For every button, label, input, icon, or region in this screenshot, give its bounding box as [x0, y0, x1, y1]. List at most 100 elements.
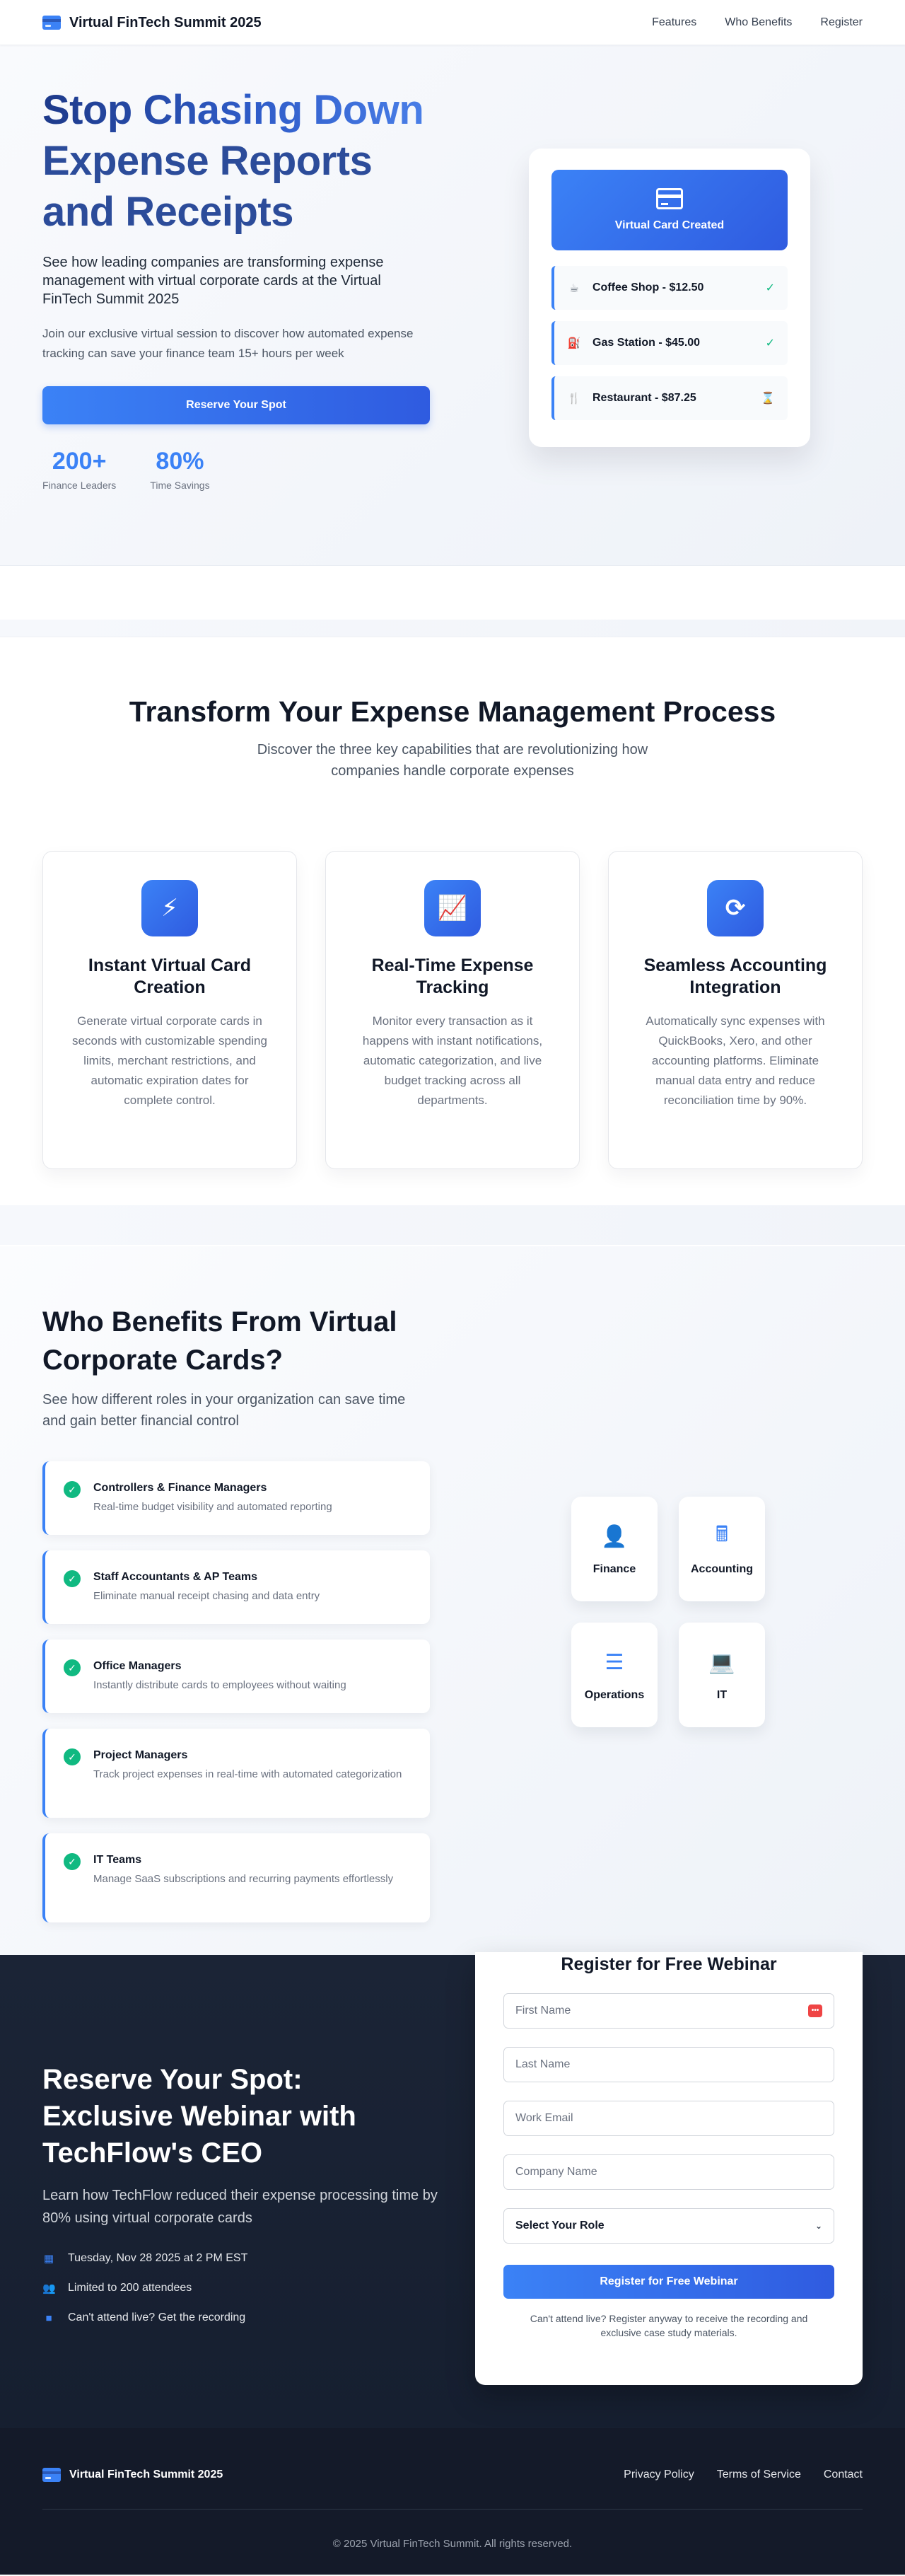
feature-cards: ⚡ Instant Virtual Card Creation Generate… — [42, 851, 863, 1169]
company-name-field[interactable]: Company Name — [503, 2154, 834, 2190]
benefits-section: Who Benefits From Virtual Corporate Card… — [0, 1245, 905, 1955]
benefits-title: Who Benefits From Virtual Corporate Card… — [42, 1306, 397, 1376]
credit-card-icon — [656, 188, 683, 209]
copyright: © 2025 Virtual FinTech Summit. All right… — [332, 2538, 573, 2550]
register-section: Reserve Your Spot: Exclusive Webinar wit… — [0, 1952, 905, 2428]
check-circle-icon: ✓ — [64, 1748, 81, 1765]
check-icon: ✓ — [765, 337, 775, 349]
form-title: Register for Free Webinar — [561, 1954, 777, 1974]
brand-name: Virtual FinTech Summit 2025 — [69, 14, 262, 30]
webinar-details: ▦ Tuesday, Nov 28 2025 at 2 PM EST 👥 Lim… — [42, 2244, 438, 2333]
feature-description: Automatically sync expenses with QuickBo… — [646, 1014, 825, 1107]
benefit-description: Instantly distribute cards to employees … — [93, 1679, 346, 1691]
benefit-title: Staff Accountants & AP Teams — [93, 1571, 258, 1583]
hero-stats: 200+ Finance Leaders 80% Time Savings — [42, 447, 430, 491]
hero-section: Stop Chasing Down Expense Reports and Re… — [0, 45, 905, 566]
hero-title: Stop Chasing Down Expense Reports and Re… — [42, 85, 430, 238]
register-title: Reserve Your Spot: Exclusive Webinar wit… — [42, 2064, 356, 2169]
role-label: IT — [716, 1689, 728, 1701]
benefit-item: ✓ Project Managers Track project expense… — [42, 1729, 430, 1818]
benefits-subtitle: See how different roles in your organiza… — [42, 1392, 406, 1429]
stat-finance-leaders: 200+ Finance Leaders — [42, 447, 116, 491]
register-submit-button[interactable]: Register for Free Webinar — [503, 2265, 834, 2299]
role-select[interactable]: Select Your Role ⌄ — [503, 2208, 834, 2244]
tasks-icon: ☰ — [605, 1650, 624, 1674]
credit-card-icon — [42, 2468, 61, 2482]
transaction-row: 🍴 Restaurant - $87.25 ⌛ — [551, 376, 788, 420]
features-subtitle: Discover the three key capabilities that… — [257, 742, 648, 779]
hero-title-line-1: Stop Chasing Down — [42, 85, 430, 136]
check-circle-icon: ✓ — [64, 1853, 81, 1870]
first-name-field[interactable]: First Name ••• — [503, 1993, 834, 2029]
detail-text: Can't attend live? Get the recording — [68, 2311, 246, 2323]
check-icon: ✓ — [765, 282, 775, 294]
work-email-field[interactable]: Work Email — [503, 2101, 834, 2136]
check-circle-icon: ✓ — [64, 1659, 81, 1676]
feature-title: Instant Virtual Card Creation — [88, 956, 252, 997]
chart-line-icon: 📈 — [424, 880, 481, 936]
benefits-list: ✓ Controllers & Finance Managers Real-ti… — [42, 1461, 430, 1922]
feature-description: Generate virtual corporate cards in seco… — [72, 1014, 267, 1107]
virtual-card-preview: Virtual Card Created ☕ Coffee Shop - $12… — [529, 149, 810, 447]
laptop-code-icon: 💻 — [708, 1650, 735, 1674]
feature-card-expense-tracking: 📈 Real-Time Expense Tracking Monitor eve… — [325, 851, 580, 1169]
first-name-placeholder: First Name — [515, 2004, 571, 2017]
stat-value: 200+ — [52, 448, 107, 475]
footer-brand[interactable]: Virtual FinTech Summit 2025 — [42, 2468, 223, 2482]
benefit-title: Project Managers — [93, 1749, 188, 1761]
features-section: Transform Your Expense Management Proces… — [0, 637, 905, 1205]
section-divider — [0, 620, 905, 637]
role-label: Operations — [584, 1689, 645, 1701]
hero-title-line-2: Expense Reports — [42, 138, 373, 184]
role-label: Accounting — [691, 1563, 753, 1575]
footer: Virtual FinTech Summit 2025 Privacy Poli… — [0, 2428, 905, 2575]
detail-attendees: 👥 Limited to 200 attendees — [42, 2273, 438, 2303]
sync-icon: ⟳ — [707, 880, 764, 936]
utensils-icon: 🍴 — [567, 393, 581, 405]
benefit-description: Manage SaaS subscriptions and recurring … — [93, 1873, 394, 1885]
role-card-it: 💻 IT — [679, 1623, 765, 1727]
transaction-row: ⛽ Gas Station - $45.00 ✓ — [551, 321, 788, 365]
calendar-icon: ▦ — [43, 2253, 54, 2265]
footer-link-contact[interactable]: Contact — [824, 2468, 863, 2481]
nav-link-who-benefits[interactable]: Who Benefits — [725, 16, 792, 29]
feature-card-virtual-cards: ⚡ Instant Virtual Card Creation Generate… — [42, 851, 297, 1169]
work-email-placeholder: Work Email — [515, 2112, 573, 2124]
footer-divider — [42, 2509, 863, 2510]
nav-link-register[interactable]: Register — [820, 16, 863, 29]
footer-link-terms[interactable]: Terms of Service — [717, 2468, 801, 2481]
stat-label: Time Savings — [150, 480, 210, 491]
detail-date: ▦ Tuesday, Nov 28 2025 at 2 PM EST — [42, 2244, 438, 2273]
form-note: Can't attend live? Register anyway to re… — [530, 2313, 808, 2338]
role-card-finance: 👤 Finance — [571, 1497, 658, 1601]
chevron-down-icon: ⌄ — [814, 2221, 822, 2231]
stat-time-savings: 80% Time Savings — [150, 447, 209, 491]
video-icon: ■ — [45, 2311, 52, 2324]
virtual-card-banner: Virtual Card Created — [551, 170, 788, 250]
role-card-accounting: 🖩 Accounting — [679, 1497, 765, 1601]
benefit-title: Controllers & Finance Managers — [93, 1482, 267, 1494]
hourglass-icon: ⌛ — [761, 393, 775, 405]
company-name-placeholder: Company Name — [515, 2166, 597, 2178]
nav-link-features[interactable]: Features — [652, 16, 696, 29]
benefit-item: ✓ Staff Accountants & AP Teams Eliminate… — [42, 1550, 430, 1624]
feature-card-accounting-integration: ⟳ Seamless Accounting Integration Automa… — [608, 851, 863, 1169]
reserve-spot-button[interactable]: Reserve Your Spot — [42, 386, 430, 424]
footer-brand-name: Virtual FinTech Summit 2025 — [69, 2468, 223, 2481]
hero-title-line-3: and Receipts — [42, 189, 294, 235]
benefit-item: ✓ Controllers & Finance Managers Real-ti… — [42, 1461, 430, 1535]
footer-link-privacy[interactable]: Privacy Policy — [624, 2468, 694, 2481]
hero-subtitle: See how leading companies are transformi… — [42, 255, 384, 307]
benefit-item: ✓ IT Teams Manage SaaS subscriptions and… — [42, 1833, 430, 1922]
features-title: Transform Your Expense Management Proces… — [129, 695, 776, 728]
last-name-field[interactable]: Last Name — [503, 2047, 834, 2082]
detail-text: Tuesday, Nov 28 2025 at 2 PM EST — [68, 2252, 248, 2264]
coffee-icon: ☕ — [569, 282, 579, 294]
feature-title: Seamless Accounting Integration — [643, 956, 827, 997]
autofill-icon[interactable]: ••• — [808, 2004, 822, 2017]
transaction-label: Restaurant - $87.25 — [592, 392, 696, 404]
user-tie-icon: 👤 — [601, 1524, 628, 1548]
feature-description: Monitor every transaction as it happens … — [362, 1014, 543, 1107]
brand-logo[interactable]: Virtual FinTech Summit 2025 — [42, 15, 262, 31]
transaction-label: Gas Station - $45.00 — [592, 337, 701, 349]
